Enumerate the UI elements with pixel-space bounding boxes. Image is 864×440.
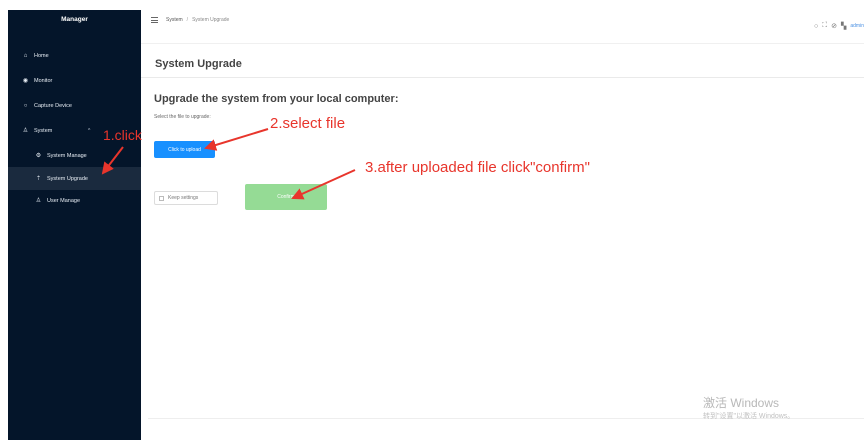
- arrow-to-confirm: [291, 169, 356, 200]
- windows-activation-title: 激活 Windows: [703, 396, 780, 410]
- windows-activation-subtitle: 转到"设置"以激活 Windows。: [703, 413, 795, 420]
- annotation-arrows: [101, 128, 356, 200]
- arrow-to-system-upgrade: [101, 146, 124, 175]
- arrow-to-upload: [204, 128, 269, 151]
